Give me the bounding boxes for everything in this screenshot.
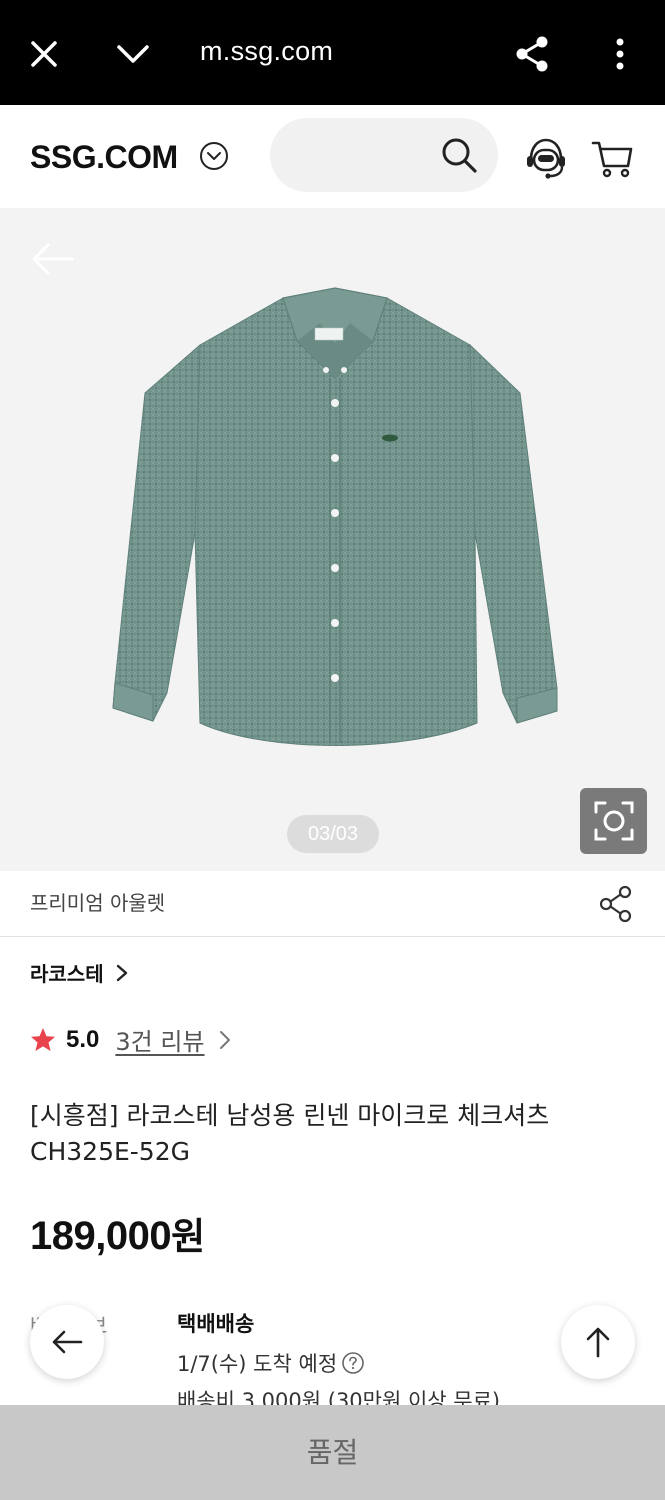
product-image-gallery[interactable]: 03/03 <box>0 208 665 871</box>
url-text[interactable]: m.ssg.com <box>200 36 333 67</box>
product-image-shirt <box>112 287 558 746</box>
close-icon[interactable] <box>22 32 66 76</box>
ssg-logo[interactable]: SSG.COM <box>30 139 178 176</box>
brand-name: 라코스테 <box>30 962 104 986</box>
search-input[interactable] <box>270 118 498 192</box>
store-bar: 프리미엄 아울렛 <box>0 871 665 937</box>
search-icon[interactable] <box>440 136 478 174</box>
site-header: SSG.COM <box>0 105 665 208</box>
share-icon[interactable] <box>510 32 554 76</box>
help-icon[interactable] <box>341 1351 365 1375</box>
arrow-up-icon <box>586 1327 610 1358</box>
star-icon <box>31 1027 55 1051</box>
floating-back-button[interactable] <box>30 1305 104 1379</box>
soldout-button[interactable]: 품절 <box>0 1405 665 1500</box>
chevron-down-icon[interactable] <box>111 32 155 76</box>
product-title: [시흥점] 라코스테 남성용 린넨 마이크로 체크셔츠 CH325E-52G <box>30 1101 550 1166</box>
rating-value: 5.0 <box>66 1025 100 1053</box>
chevron-right-icon <box>219 1030 230 1049</box>
product-price: 189,000원 <box>30 1206 205 1260</box>
image-page-indicator: 03/03 <box>287 815 379 853</box>
share-icon[interactable] <box>598 885 634 923</box>
delivery-type: 택배배송 <box>177 1312 255 1336</box>
store-name[interactable]: 프리미엄 아울렛 <box>30 887 165 916</box>
image-search-icon <box>594 801 633 841</box>
delivery-date: 1/7(수) 도착 예정 <box>177 1348 365 1378</box>
image-search-button[interactable] <box>580 788 647 854</box>
chevron-down-circle-icon[interactable] <box>199 141 229 171</box>
price-value: 189,000 <box>30 1214 172 1258</box>
customer-service-icon[interactable] <box>523 135 569 181</box>
back-arrow-icon[interactable] <box>30 242 74 276</box>
price-currency: 원 <box>171 1215 205 1258</box>
brand-link[interactable]: 라코스테 <box>30 958 130 987</box>
delivery-date-text: 1/7(수) 도착 예정 <box>177 1352 338 1376</box>
browser-toolbar: m.ssg.com <box>0 0 665 105</box>
review-count-link[interactable]: 3건 리뷰 <box>115 1022 204 1057</box>
cart-icon[interactable] <box>590 136 634 180</box>
rating-row[interactable]: 5.0 3건 리뷰 <box>30 1022 233 1057</box>
arrow-left-icon <box>52 1330 83 1354</box>
more-vertical-icon[interactable] <box>598 32 642 76</box>
chevron-right-icon <box>116 964 127 981</box>
scroll-to-top-button[interactable] <box>561 1305 635 1379</box>
